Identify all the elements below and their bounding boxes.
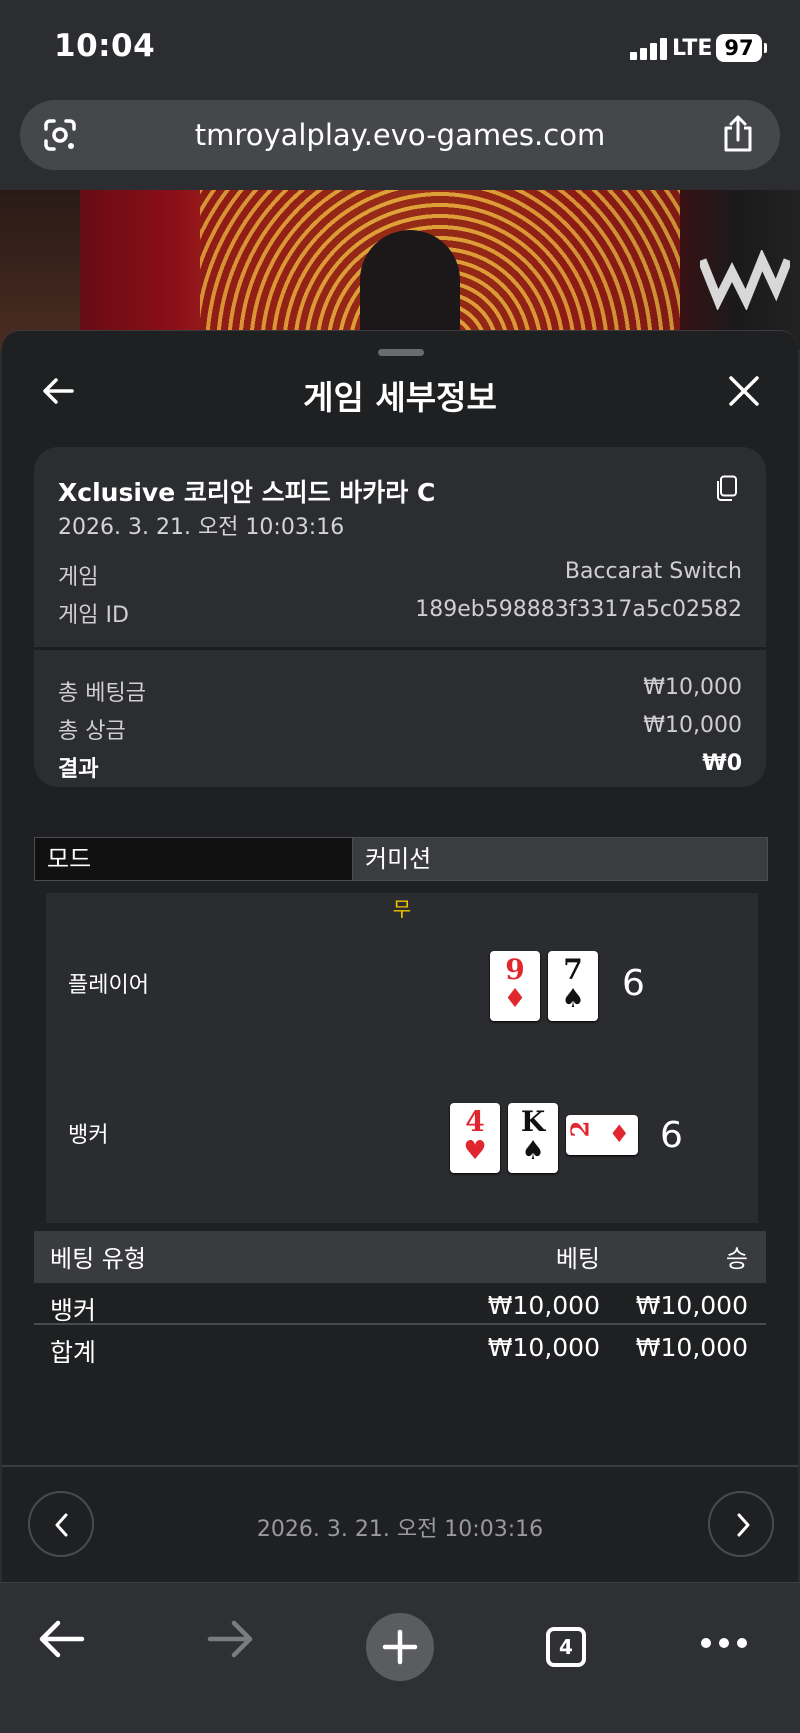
mode-label: 모드 bbox=[35, 838, 353, 880]
battery-level: 97 bbox=[716, 34, 767, 62]
total-bet-label: 총 베팅금 bbox=[58, 681, 146, 706]
card-rank: 9 bbox=[505, 953, 525, 986]
plus-icon bbox=[382, 1629, 418, 1665]
card-suit: ♥ bbox=[463, 1136, 487, 1166]
banker-card: K ♠ bbox=[508, 1103, 558, 1173]
game-id-value: 189eb598883f3317a5c02582 bbox=[415, 597, 742, 622]
bets-table-header: 베팅 유형 베팅 승 bbox=[34, 1231, 766, 1283]
banker-label: 뱅커 bbox=[68, 1123, 109, 1148]
total-bet-value: ₩10,000 bbox=[643, 675, 742, 700]
close-icon[interactable] bbox=[728, 375, 760, 407]
table-total-row: 합계 ₩10,000 ₩10,000 bbox=[34, 1325, 766, 1367]
footer-datetime: 2026. 3. 21. 오전 10:03:16 bbox=[256, 1517, 544, 1542]
result-value: ₩0 bbox=[702, 751, 742, 776]
card-divider bbox=[34, 647, 766, 650]
total-payout-value: ₩10,000 bbox=[643, 713, 742, 738]
banker-card: 4 ♥ bbox=[450, 1103, 500, 1173]
game-details-sheet: 게임 세부정보 Xclusive 코리안 스피드 바카라 C 2026. 3. … bbox=[2, 330, 798, 1583]
status-time: 10:04 bbox=[54, 28, 156, 64]
more-horizontal-icon[interactable] bbox=[700, 1637, 748, 1649]
total-payout-label: 총 상금 bbox=[58, 719, 126, 744]
card-rank: 4 bbox=[465, 1105, 485, 1138]
share-icon[interactable] bbox=[720, 114, 756, 154]
card-rank: 2 bbox=[565, 1120, 595, 1138]
copy-icon[interactable] bbox=[714, 475, 738, 503]
status-bar: 10:04 LTE 97 bbox=[0, 0, 800, 96]
video-croupier bbox=[0, 190, 80, 350]
browser-back-button[interactable] bbox=[38, 1617, 86, 1661]
total-win: ₩10,000 bbox=[635, 1333, 748, 1362]
browser-forward-button[interactable] bbox=[206, 1617, 254, 1661]
hand-outcome: 무 bbox=[392, 897, 412, 921]
bet-type: 뱅커 bbox=[50, 1296, 97, 1325]
total-bet: ₩10,000 bbox=[487, 1333, 600, 1362]
url-text[interactable]: tmroyalplay.evo-games.com bbox=[20, 118, 780, 152]
player-card: 7 ♠ bbox=[548, 951, 598, 1021]
next-game-button[interactable] bbox=[708, 1491, 774, 1557]
total-label: 합계 bbox=[50, 1338, 97, 1367]
game-summary-card: Xclusive 코리안 스피드 바카라 C 2026. 3. 21. 오전 1… bbox=[34, 447, 766, 787]
hand-result-panel: 무 플레이어 9 ♦ 7 ♠ 6 뱅커 4 ♥ K ♠ 2 ♦ 6 bbox=[46, 893, 758, 1223]
drag-handle[interactable] bbox=[378, 349, 424, 356]
address-bar[interactable]: tmroyalplay.evo-games.com bbox=[20, 100, 780, 170]
col-bet-type: 베팅 유형 bbox=[50, 1245, 146, 1273]
game-datetime: 2026. 3. 21. 오전 10:03:16 bbox=[58, 515, 345, 540]
mode-row: 모드 커미션 bbox=[34, 837, 768, 881]
mode-value: 커미션 bbox=[353, 838, 767, 880]
card-suit: ♠ bbox=[561, 984, 585, 1014]
network-type: LTE bbox=[672, 36, 713, 61]
game-id-label: 게임 ID bbox=[58, 603, 129, 628]
cellular-signal-icon bbox=[630, 38, 672, 60]
sheet-title: 게임 세부정보 bbox=[303, 378, 497, 417]
col-bet: 베팅 bbox=[555, 1245, 600, 1273]
player-score: 6 bbox=[622, 963, 645, 1004]
player-label: 플레이어 bbox=[68, 973, 149, 998]
table-row: 뱅커 ₩10,000 ₩10,000 bbox=[34, 1283, 766, 1325]
banker-card: 2 ♦ bbox=[565, 1115, 638, 1155]
game-type-value: Baccarat Switch bbox=[564, 559, 742, 584]
banker-score: 6 bbox=[660, 1115, 683, 1156]
win-amount: ₩10,000 bbox=[635, 1291, 748, 1320]
chevron-right-icon bbox=[737, 1513, 750, 1537]
footer-divider bbox=[2, 1465, 798, 1467]
browser-toolbar: 4 bbox=[0, 1582, 800, 1733]
player-card: 9 ♦ bbox=[490, 951, 540, 1021]
card-rank: 7 bbox=[563, 953, 583, 986]
live-video-background bbox=[0, 190, 800, 350]
bet-amount: ₩10,000 bbox=[487, 1291, 600, 1320]
card-suit: ♦ bbox=[503, 984, 527, 1014]
tab-switcher-button[interactable]: 4 bbox=[546, 1627, 586, 1667]
card-suit: ♠ bbox=[521, 1136, 545, 1166]
game-type-label: 게임 bbox=[58, 565, 99, 590]
game-table-name: Xclusive 코리안 스피드 바카라 C bbox=[58, 478, 436, 507]
card-suit: ♦ bbox=[608, 1120, 630, 1148]
col-win: 승 bbox=[725, 1245, 748, 1273]
card-rank: K bbox=[520, 1105, 546, 1138]
studio-logo-icon bbox=[700, 250, 790, 310]
new-tab-button[interactable] bbox=[366, 1613, 434, 1681]
result-label: 결과 bbox=[58, 757, 99, 782]
